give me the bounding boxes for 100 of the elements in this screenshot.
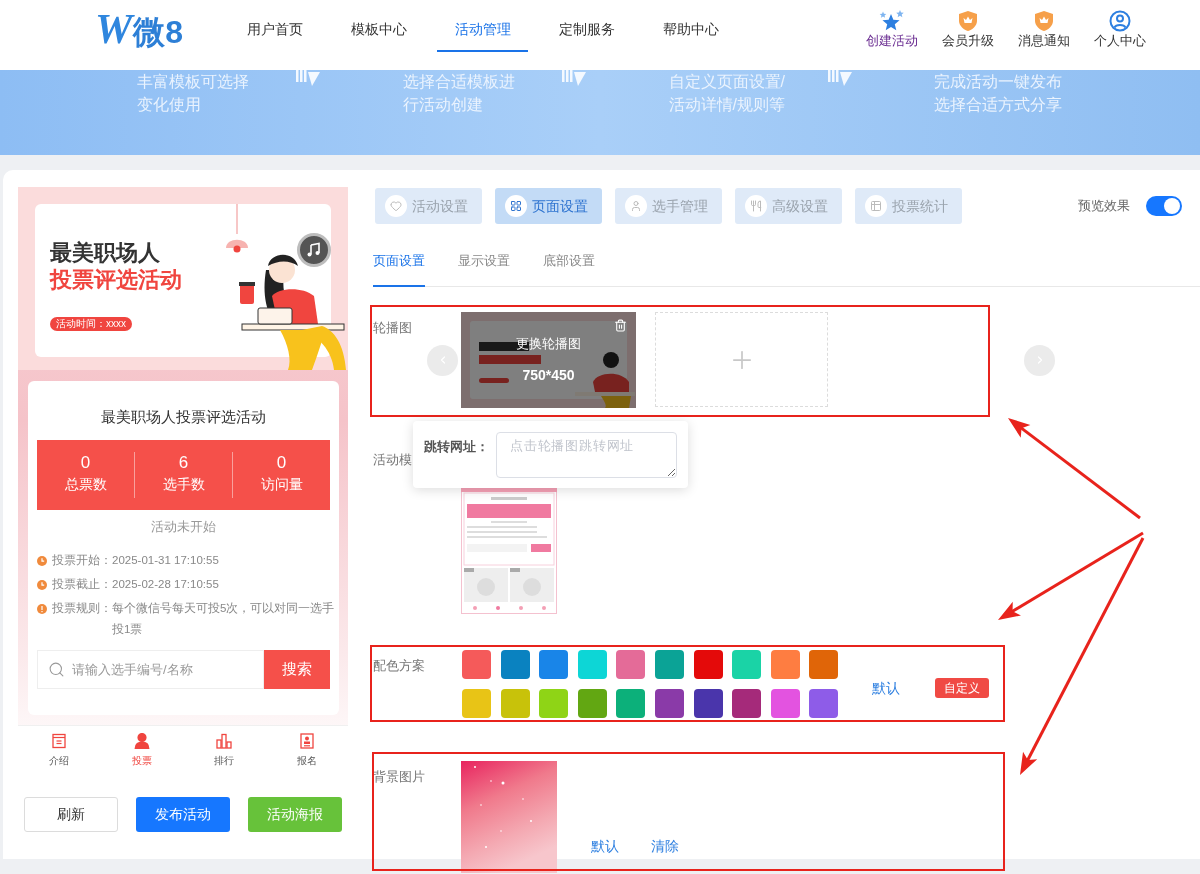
color-swatch[interactable]: [577, 689, 607, 718]
stat-label: 访问量: [260, 475, 303, 494]
field-label: 活动模: [373, 451, 412, 469]
alert-icon: [37, 603, 47, 614]
stat-value: 0: [80, 452, 91, 474]
info-value: 2025-01-31 17:10:55: [112, 553, 220, 568]
color-swatch[interactable]: [539, 689, 569, 718]
grid-icon: [505, 195, 527, 217]
settings-tab[interactable]: 高级设置: [735, 188, 842, 224]
settings-tab[interactable]: 选手管理: [615, 188, 722, 224]
stat-label: 选手数: [162, 475, 205, 494]
header-action[interactable]: 消息通知: [1006, 10, 1082, 50]
default-link[interactable]: 默认: [872, 678, 901, 698]
user-circle-icon: [1109, 10, 1131, 32]
color-swatch[interactable]: [577, 650, 607, 679]
nav-tab[interactable]: 活动管理: [437, 8, 528, 52]
background-preview-drawing[interactable]: [461, 761, 557, 873]
change-image-text: 更换轮播图: [516, 335, 581, 353]
search-button[interactable]: 搜索: [264, 650, 330, 689]
color-swatch[interactable]: [500, 650, 530, 679]
nav-tab[interactable]: 用户首页: [229, 8, 320, 52]
header-action[interactable]: 个人中心: [1082, 10, 1158, 50]
badge-icon: [1033, 10, 1055, 32]
nav-tab[interactable]: 定制服务: [541, 8, 632, 52]
search-field[interactable]: 请输入选手编号/名称: [37, 650, 264, 689]
field-label: 轮播图: [373, 319, 412, 337]
step-text: 丰富模板可选择变化使用: [137, 72, 250, 115]
sub-tab[interactable]: 显示设置: [458, 251, 510, 287]
step-text: 选择合适模板进行活动创建: [402, 72, 516, 115]
color-swatch[interactable]: [539, 650, 569, 679]
badge-icon: [957, 10, 979, 32]
color-swatch[interactable]: [462, 689, 491, 718]
header-action[interactable]: 创建活动: [854, 10, 930, 50]
step-text: 自定义页面设置/活动详情/规则等: [668, 72, 786, 115]
stars-icon: [879, 10, 905, 32]
clock-icon: [37, 579, 47, 590]
tabbar-item[interactable]: 排行: [183, 726, 266, 770]
image-size-text: 750*450: [522, 366, 575, 384]
carousel-image[interactable]: 更换轮播图 750*450: [461, 312, 636, 408]
clock-icon: [37, 555, 47, 566]
tabbar-item[interactable]: 投票: [100, 726, 183, 770]
settings-tab[interactable]: 页面设置: [495, 188, 602, 224]
action-button[interactable]: 发布活动: [136, 797, 230, 832]
activity-status: 活动未开始: [150, 518, 217, 536]
poster-subtitle: 投票评选活动: [50, 266, 182, 293]
color-swatch[interactable]: [616, 650, 646, 679]
default-link[interactable]: 默认: [591, 836, 619, 856]
color-swatch[interactable]: [732, 689, 762, 718]
tabbar-item[interactable]: 报名: [265, 726, 348, 770]
id-card-icon: [298, 733, 315, 749]
color-swatch[interactable]: [732, 650, 762, 679]
action-button[interactable]: 刷新: [24, 797, 118, 832]
color-swatch[interactable]: [693, 650, 723, 679]
step-text: 完成活动一键发布选择合适方式分享: [934, 72, 1064, 115]
utensils-icon: [745, 195, 767, 217]
site-logo[interactable]: W微8: [95, 12, 184, 50]
preview-toggle-label: 预览效果: [1078, 197, 1130, 216]
color-swatch[interactable]: [654, 650, 684, 679]
stat-label: 总票数: [64, 475, 107, 494]
color-swatch[interactable]: [770, 689, 800, 718]
color-swatch[interactable]: [616, 689, 646, 718]
trash-icon[interactable]: [614, 319, 627, 332]
preview-toggle[interactable]: [1146, 196, 1182, 216]
sub-tab[interactable]: 页面设置: [373, 251, 425, 287]
nav-tab[interactable]: 帮助中心: [645, 8, 736, 52]
clear-link[interactable]: 清除: [651, 836, 679, 856]
document-icon: [51, 733, 68, 749]
color-swatch[interactable]: [770, 650, 800, 679]
nav-tab[interactable]: 模板中心: [333, 8, 424, 52]
field-label: 配色方案: [373, 657, 425, 675]
action-button[interactable]: 活动海报: [248, 797, 342, 832]
color-swatch[interactable]: [654, 689, 684, 718]
table-icon: [865, 195, 887, 217]
color-swatch[interactable]: [693, 689, 723, 718]
tabbar-item[interactable]: 介绍: [18, 726, 101, 770]
field-label: 背景图片: [373, 768, 425, 786]
info-label: 投票截止：: [52, 577, 112, 592]
color-swatch[interactable]: [809, 650, 839, 679]
info-label: 投票规则：: [52, 601, 112, 616]
sub-tab[interactable]: 底部设置: [543, 251, 595, 287]
header-action[interactable]: 会员升级: [930, 10, 1006, 50]
info-value: 每个微信号每天可投5次，可以对同一选手投1票: [112, 601, 335, 637]
settings-tab[interactable]: 投票统计: [855, 188, 962, 224]
custom-button[interactable]: 自定义: [935, 678, 990, 698]
field-label: 跳转网址：: [424, 438, 489, 456]
bar-chart-icon: [216, 733, 233, 749]
color-swatch[interactable]: [462, 650, 491, 679]
stat-value: 0: [276, 452, 287, 474]
color-swatch[interactable]: [500, 689, 530, 718]
link-url-field[interactable]: 点击轮播图跳转网址: [496, 432, 677, 478]
stat-value: 6: [178, 452, 189, 474]
user-icon: [133, 733, 150, 749]
info-value: 2025-02-28 17:10:55: [112, 577, 220, 592]
color-swatch[interactable]: [809, 689, 839, 718]
settings-tab[interactable]: 活动设置: [375, 188, 482, 224]
template-thumbnail-drawing[interactable]: [461, 488, 557, 614]
poster-title: 最美职场人: [50, 239, 160, 266]
poster-date-tag: 活动时间：xxxx: [50, 317, 132, 331]
user-icon: [625, 195, 647, 217]
music-icon: [306, 242, 322, 258]
